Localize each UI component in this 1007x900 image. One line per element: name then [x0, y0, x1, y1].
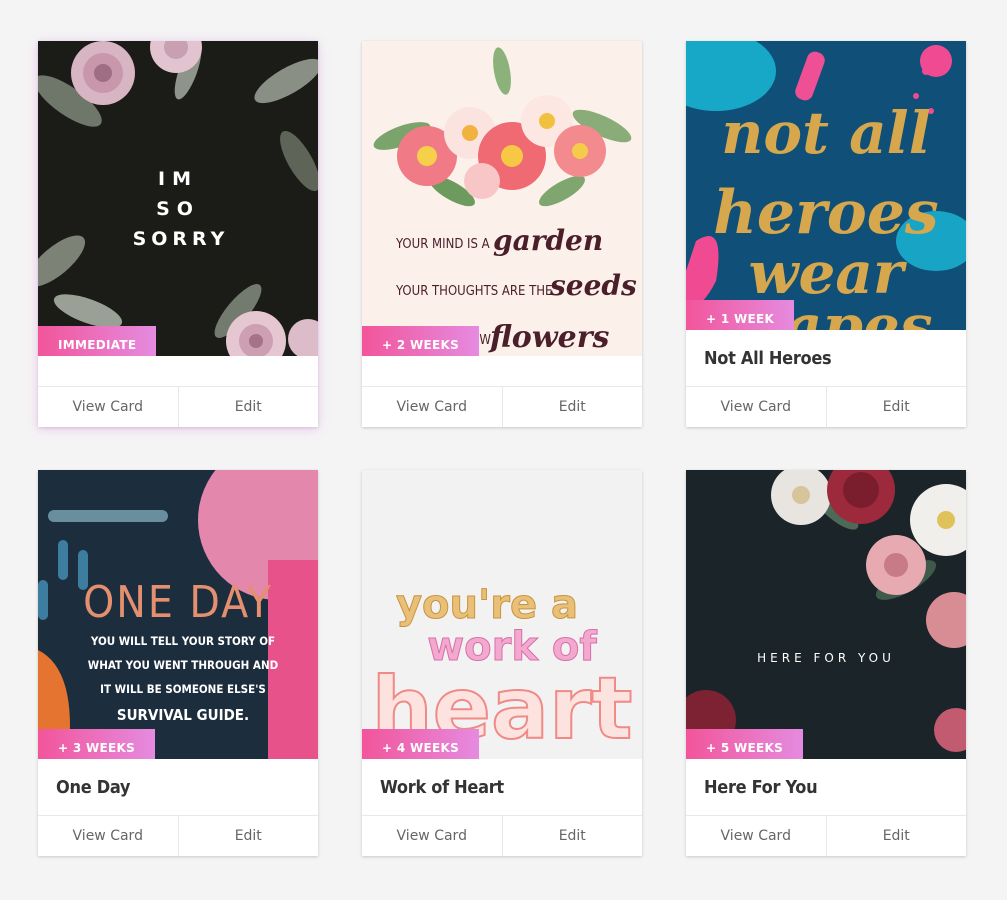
edit-button[interactable]: Edit — [825, 387, 967, 427]
art-line-1: not all — [721, 99, 931, 167]
view-card-button[interactable]: View Card — [686, 387, 826, 427]
card-garden[interactable]: YOUR MIND IS A garden YOUR THOUGHTS ARE … — [362, 41, 642, 427]
art-line-1: HERE FOR YOU — [757, 651, 895, 665]
card-actions: View Card Edit — [686, 386, 966, 427]
art-line-1b: garden — [493, 224, 603, 257]
timing-badge: + 4 WEEKS — [362, 729, 480, 759]
edit-button[interactable]: Edit — [501, 387, 643, 427]
edit-button[interactable]: Edit — [177, 387, 319, 427]
view-card-button[interactable]: View Card — [686, 816, 826, 856]
here-for-you-artwork: HERE FOR YOU — [686, 470, 966, 759]
garden-artwork: YOUR MIND IS A garden YOUR THOUGHTS ARE … — [362, 41, 642, 356]
art-line-2b: seeds — [549, 269, 637, 302]
view-card-button[interactable]: View Card — [38, 816, 178, 856]
card-artwork[interactable]: HERE FOR YOU + 5 WEEKS — [686, 470, 966, 759]
art-line-2a: YOUR THOUGHTS ARE THE — [395, 284, 552, 299]
view-card-button[interactable]: View Card — [362, 816, 502, 856]
art-line-1: you're a — [396, 582, 578, 628]
edit-button[interactable]: Edit — [825, 816, 967, 856]
card-title: One Day — [56, 776, 131, 798]
card-im-so-sorry[interactable]: IM SO SORRY IMMEDIATE View Card Edit — [38, 41, 318, 427]
art-line-1: IM — [158, 168, 198, 190]
card-title — [362, 356, 642, 386]
art-line-2: WHAT YOU WENT THROUGH AND — [88, 658, 279, 672]
edit-button[interactable]: Edit — [177, 816, 319, 856]
art-headline: ONE DAY — [83, 577, 273, 628]
card-here-for-you[interactable]: HERE FOR YOU + 5 WEEKS Here For You View… — [686, 470, 966, 856]
art-line-1a: YOUR MIND IS A — [395, 237, 490, 252]
card-artwork[interactable]: not all heroes wear capes + 1 WEEK — [686, 41, 966, 330]
art-line-4: SURVIVAL GUIDE. — [117, 706, 249, 724]
art-line-3: SORRY — [133, 228, 230, 250]
timing-badge: IMMEDIATE — [38, 326, 157, 356]
card-artwork[interactable]: IM SO SORRY IMMEDIATE — [38, 41, 318, 356]
timing-badge: + 3 WEEKS — [38, 729, 156, 759]
card-work-of-heart[interactable]: you're a work of heart + 4 WEEKS Work of… — [362, 470, 642, 856]
card-artwork[interactable]: you're a work of heart + 4 WEEKS — [362, 470, 642, 759]
art-line-1: YOU WILL TELL YOUR STORY OF — [90, 634, 275, 648]
card-actions: View Card Edit — [686, 815, 966, 856]
timing-badge: + 2 WEEKS — [362, 326, 480, 356]
card-not-all-heroes[interactable]: not all heroes wear capes + 1 WEEK Not A… — [686, 41, 966, 427]
card-actions: View Card Edit — [38, 815, 318, 856]
card-actions: View Card Edit — [38, 386, 318, 427]
not-all-heroes-artwork: not all heroes wear capes — [686, 41, 966, 330]
card-title — [38, 356, 318, 386]
edit-button[interactable]: Edit — [501, 816, 643, 856]
timing-badge: + 1 WEEK — [686, 300, 795, 330]
card-title: Not All Heroes — [704, 347, 832, 369]
art-line-2: heroes — [713, 178, 938, 248]
view-card-button[interactable]: View Card — [38, 387, 178, 427]
timing-badge: + 5 WEEKS — [686, 729, 804, 759]
card-actions: View Card Edit — [362, 386, 642, 427]
card-actions: View Card Edit — [362, 815, 642, 856]
card-title: Here For You — [704, 776, 818, 798]
view-card-button[interactable]: View Card — [362, 387, 502, 427]
work-of-heart-artwork: you're a work of heart — [362, 470, 642, 759]
art-line-3b: flowers — [488, 320, 610, 355]
im-so-sorry-artwork: IM SO SORRY — [38, 41, 318, 356]
card-one-day[interactable]: ONE DAY YOU WILL TELL YOUR STORY OF WHAT… — [38, 470, 318, 856]
card-artwork[interactable]: YOUR MIND IS A garden YOUR THOUGHTS ARE … — [362, 41, 642, 356]
card-artwork[interactable]: ONE DAY YOU WILL TELL YOUR STORY OF WHAT… — [38, 470, 318, 759]
one-day-artwork: ONE DAY YOU WILL TELL YOUR STORY OF WHAT… — [38, 470, 318, 759]
card-title: Work of Heart — [380, 776, 504, 798]
art-line-2: SO — [156, 198, 200, 220]
art-line-3: IT WILL BE SOMEONE ELSE'S — [100, 682, 266, 696]
